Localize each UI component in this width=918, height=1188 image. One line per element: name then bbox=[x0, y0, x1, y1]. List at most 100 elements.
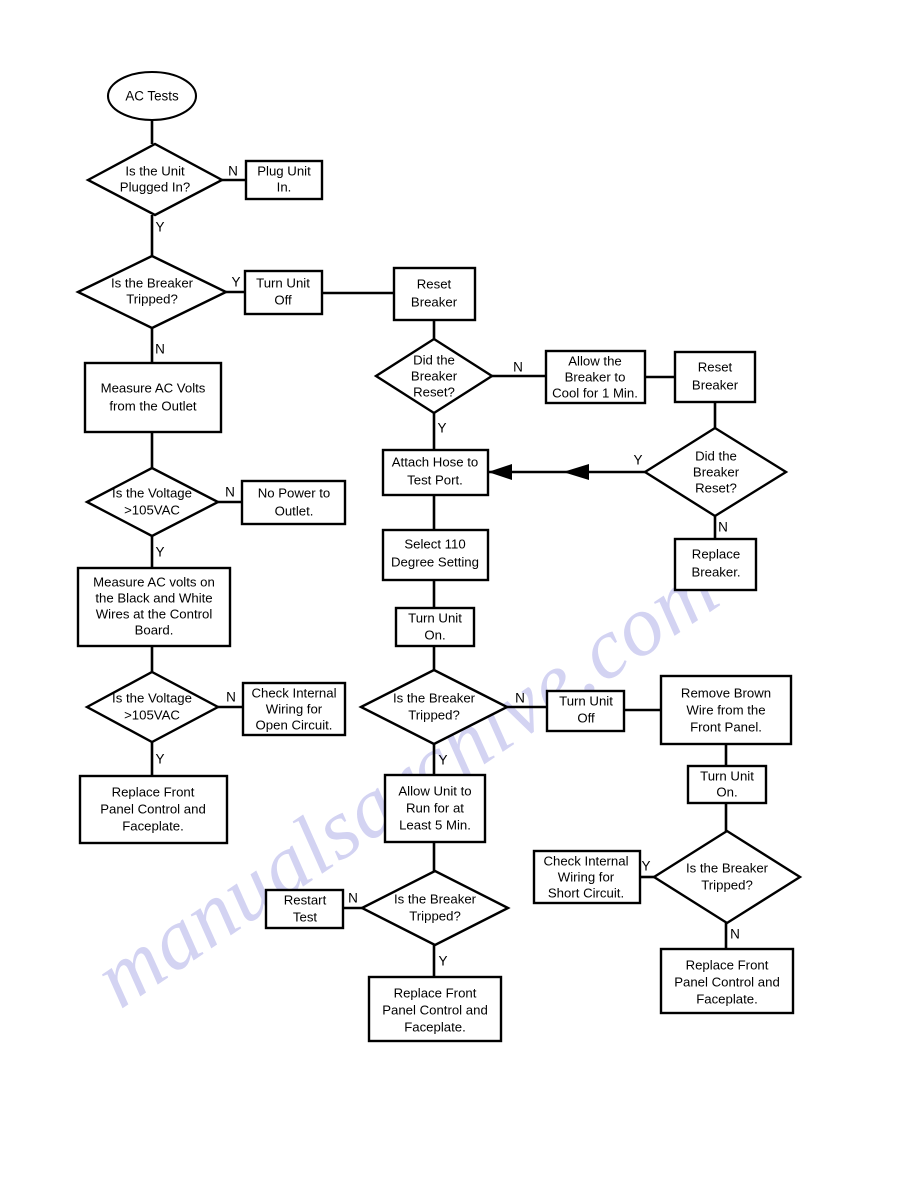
node-label-line2: Breaker to bbox=[565, 369, 626, 384]
node-check-internal-wiring-open[interactable]: Check Internal Wiring for Open Circuit. bbox=[241, 681, 347, 737]
node-reset-breaker-2[interactable]: Reset Breaker bbox=[673, 350, 757, 404]
node-ac-tests[interactable]: AC Tests bbox=[106, 70, 198, 122]
node-label-line1: No Power to bbox=[258, 485, 331, 500]
node-label-line1: Select 110 bbox=[404, 536, 465, 551]
node-allow-breaker-cool[interactable]: Allow the Breaker to Cool for 1 Min. bbox=[544, 349, 647, 405]
node-is-breaker-tripped-3[interactable]: Is the Breaker Tripped? bbox=[651, 829, 803, 925]
branch-label-n7-yes: Y bbox=[437, 421, 446, 436]
node-check-internal-wiring-short[interactable]: Check Internal Wiring for Short Circuit. bbox=[532, 849, 642, 905]
node-label-line1: Is the Breaker bbox=[686, 860, 769, 875]
node-measure-ac-volts-outlet[interactable]: Measure AC Volts from the Outlet bbox=[83, 361, 223, 434]
node-label-line2: Off bbox=[577, 710, 595, 725]
node-measure-ac-volts-control-board[interactable]: Measure AC volts on the Black and White … bbox=[76, 566, 232, 648]
node-label-line1: Allow Unit to bbox=[398, 783, 471, 798]
node-did-breaker-reset-2[interactable]: Did the Breaker Reset? bbox=[642, 426, 789, 518]
branch-label-n4-yes: Y bbox=[231, 275, 240, 290]
flowchart-canvas: manualsarchive.com bbox=[75, 70, 803, 1043]
branch-label-n16-no: N bbox=[226, 690, 236, 705]
node-label-line1: Did the bbox=[413, 352, 455, 367]
node-label-line3: Front Panel. bbox=[690, 719, 762, 734]
node-label-line1: Attach Hose to bbox=[392, 454, 479, 469]
node-replace-breaker[interactable]: Replace Breaker. bbox=[673, 537, 758, 592]
node-label-line1: Is the Voltage bbox=[112, 485, 192, 500]
node-label-line1: Turn Unit bbox=[700, 768, 754, 783]
node-replace-front-panel-2[interactable]: Replace Front Panel Control and Faceplat… bbox=[659, 947, 795, 1015]
node-label-line3: Least 5 Min. bbox=[399, 817, 471, 832]
node-label-line2: Tripped? bbox=[409, 908, 461, 923]
node-label-line2: from the Outlet bbox=[109, 398, 197, 413]
branch-label-n26-no: N bbox=[730, 927, 740, 942]
node-is-voltage-105vac-2[interactable]: Is the Voltage >105VAC bbox=[84, 670, 221, 744]
node-label-line1: Replace Front bbox=[394, 985, 477, 1000]
node-label-line1: Replace Front bbox=[686, 957, 769, 972]
node-label-line1: Is the Breaker bbox=[111, 275, 194, 290]
node-replace-front-panel-1[interactable]: Replace Front Panel Control and Faceplat… bbox=[78, 774, 229, 845]
node-label-line3: Open Circuit. bbox=[256, 717, 333, 732]
node-no-power-to-outlet[interactable]: No Power to Outlet. bbox=[240, 479, 347, 526]
node-is-unit-plugged-in[interactable]: Is the Unit Plugged In? bbox=[85, 142, 225, 217]
node-reset-breaker-1[interactable]: Reset Breaker bbox=[392, 266, 477, 322]
node-label-line3: Faceplate. bbox=[404, 1019, 466, 1034]
node-label-line2: Panel Control and bbox=[674, 974, 780, 989]
node-label-line1: Measure AC volts on bbox=[93, 574, 215, 589]
node-is-breaker-tripped-4[interactable]: Is the Breaker Tripped? bbox=[359, 869, 511, 947]
node-label-line2: Panel Control and bbox=[382, 1002, 488, 1017]
node-label-line1: Allow the bbox=[568, 353, 622, 368]
node-plug-unit-in[interactable]: Plug Unit In. bbox=[244, 159, 324, 201]
node-did-breaker-reset-1[interactable]: Did the Breaker Reset? bbox=[373, 337, 495, 415]
node-label-line3: Faceplate. bbox=[122, 818, 184, 833]
node-label-line2: On. bbox=[424, 627, 445, 642]
node-remove-brown-wire[interactable]: Remove Brown Wire from the Front Panel. bbox=[659, 674, 793, 746]
node-label-line1: Reset bbox=[417, 276, 452, 291]
node-label-line1: Plug Unit bbox=[257, 163, 311, 178]
arrow-head-into-n19 bbox=[488, 464, 512, 480]
node-label-line2: Breaker bbox=[693, 464, 740, 479]
node-label-line3: Faceplate. bbox=[696, 991, 758, 1006]
node-replace-front-panel-3[interactable]: Replace Front Panel Control and Faceplat… bbox=[367, 975, 503, 1043]
node-label-line2: Breaker bbox=[692, 377, 739, 392]
node-turn-unit-on-1[interactable]: Turn Unit On. bbox=[394, 606, 476, 648]
node-label-line1: Measure AC Volts bbox=[101, 380, 206, 395]
branch-label-n30-no: N bbox=[348, 891, 358, 906]
node-label-line1: Is the Breaker bbox=[393, 690, 476, 705]
node-label-line2: the Black and White bbox=[95, 590, 212, 605]
node-label-line2: Test bbox=[293, 909, 318, 924]
node-label-line1: Remove Brown bbox=[681, 685, 771, 700]
node-label-line1: Did the bbox=[695, 448, 737, 463]
node-label-line2: Outlet. bbox=[275, 503, 314, 518]
node-label-line1: Turn Unit bbox=[256, 275, 310, 290]
node-allow-unit-run[interactable]: Allow Unit to Run for at Least 5 Min. bbox=[383, 773, 487, 844]
node-label-line2: Breaker. bbox=[691, 564, 740, 579]
branch-label-n13-yes: Y bbox=[155, 545, 164, 560]
node-select-110-degree[interactable]: Select 110 Degree Setting bbox=[381, 528, 490, 582]
node-label-line1: Turn Unit bbox=[559, 693, 613, 708]
node-label-line2: Plugged In? bbox=[120, 179, 190, 194]
node-label-line1: Reset bbox=[698, 359, 733, 374]
node-turn-unit-off-2[interactable]: Turn Unit Off bbox=[545, 689, 626, 733]
node-label-line1: Turn Unit bbox=[408, 610, 462, 625]
branch-label-n2-yes: Y bbox=[155, 220, 164, 235]
node-label-line1: Is the Voltage bbox=[112, 690, 192, 705]
arrow-head-mid-n19 bbox=[563, 464, 589, 480]
node-restart-test[interactable]: Restart Test bbox=[264, 888, 345, 930]
branch-label-n10-yes: Y bbox=[633, 453, 642, 468]
node-turn-unit-off-1[interactable]: Turn Unit Off bbox=[243, 269, 324, 316]
branch-label-n2-no: N bbox=[228, 164, 238, 179]
node-label-line2: Tripped? bbox=[701, 877, 753, 892]
node-label-line2: Wire from the bbox=[686, 702, 765, 717]
node-label-line1: Check Internal bbox=[251, 685, 336, 700]
node-is-voltage-105vac-1[interactable]: Is the Voltage >105VAC bbox=[84, 466, 221, 538]
node-turn-unit-on-2[interactable]: Turn Unit On. bbox=[686, 764, 768, 805]
node-label-line2: On. bbox=[716, 784, 737, 799]
node-attach-hose-test-port[interactable]: Attach Hose to Test Port. bbox=[381, 448, 490, 497]
node-label-line3: Reset? bbox=[695, 480, 737, 495]
node-label-line1: Check Internal bbox=[543, 853, 628, 868]
node-label-line2: Off bbox=[274, 292, 292, 307]
node-label: AC Tests bbox=[125, 89, 179, 104]
node-label-line3: Short Circuit. bbox=[548, 885, 624, 900]
node-label-line1: Restart bbox=[284, 892, 327, 907]
branch-label-n22-no: N bbox=[515, 691, 525, 706]
branch-label-n16-yes: Y bbox=[155, 752, 164, 767]
node-label-line3: Wires at the Control bbox=[96, 606, 213, 621]
node-is-breaker-tripped-1[interactable]: Is the Breaker Tripped? bbox=[75, 254, 229, 330]
